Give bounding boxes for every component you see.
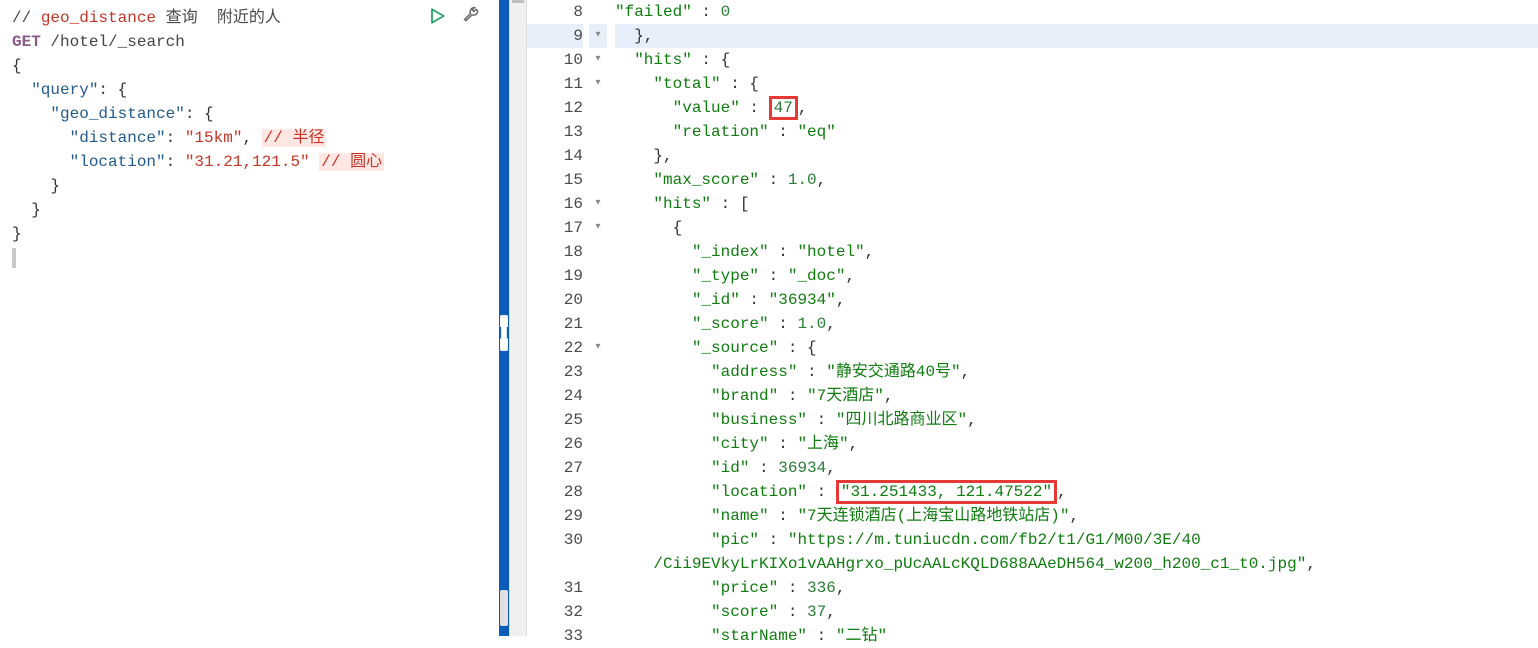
code-line: "query": { (12, 78, 487, 102)
code-line: "location" : "31.251433, 121.47522", (615, 480, 1538, 504)
code-line: }, (615, 24, 1538, 48)
code-line: "_id" : "36934", (615, 288, 1538, 312)
code-line: } (12, 222, 487, 246)
code-line: "_source" : { (615, 336, 1538, 360)
code-line: "distance": "15km", // 半径 (12, 126, 487, 150)
code-line: "brand" : "7天酒店", (615, 384, 1538, 408)
code-line: // geo_distance 查询 附近的人 (12, 6, 487, 30)
line-number-gutter: 8 9 10 11 12 13 14 15 16 17 18 19 20 21 … (527, 0, 589, 636)
code-line: "_index" : "hotel", (615, 240, 1538, 264)
code-line: "pic" : "https://m.tuniucdn.com/fb2/t1/G… (615, 528, 1538, 576)
code-line: "failed" : 0 (615, 0, 1538, 24)
response-pane[interactable]: 8 9 10 11 12 13 14 15 16 17 18 19 20 21 … (527, 0, 1538, 636)
splitter-handle-icon[interactable]: || (500, 315, 508, 351)
response-scrollbar[interactable] (509, 0, 527, 636)
code-line: { (615, 216, 1538, 240)
code-line: "value" : 47, (615, 96, 1538, 120)
code-line: "business" : "四川北路商业区", (615, 408, 1538, 432)
code-line: "relation" : "eq" (615, 120, 1538, 144)
fold-column[interactable]: ▾ ▾ ▾ ▾ ▾ ▾ (589, 0, 607, 636)
cursor-indicator (12, 248, 16, 268)
code-line: "hits" : { (615, 48, 1538, 72)
code-line: "_score" : 1.0, (615, 312, 1538, 336)
code-line: "id" : 36934, (615, 456, 1538, 480)
code-line: } (12, 198, 487, 222)
code-line: GET /hotel/_search (12, 30, 487, 54)
code-line: "name" : "7天连锁酒店(上海宝山路地铁站店)", (615, 504, 1538, 528)
code-line: "hits" : [ (615, 192, 1538, 216)
code-line: "price" : 336, (615, 576, 1538, 600)
code-line: } (12, 174, 487, 198)
pane-splitter[interactable]: || (499, 0, 509, 636)
code-line: "_type" : "_doc", (615, 264, 1538, 288)
code-line: "starName" : "二钻" (615, 624, 1538, 648)
code-line: "score" : 37, (615, 600, 1538, 624)
highlight-location-value: "31.251433, 121.47522" (836, 480, 1057, 504)
code-line: "total" : { (615, 72, 1538, 96)
code-line: "max_score" : 1.0, (615, 168, 1538, 192)
code-line: "geo_distance": { (12, 102, 487, 126)
run-icon[interactable] (427, 6, 447, 34)
wrench-icon[interactable] (461, 6, 481, 34)
code-line: "location": "31.21,121.5" // 圆心 (12, 150, 487, 174)
code-line: "address" : "静安交通路40号", (615, 360, 1538, 384)
highlight-total-value: 47 (769, 96, 798, 120)
request-editor-pane[interactable]: // geo_distance 查询 附近的人 GET /hotel/_sear… (0, 0, 499, 636)
splitter-handle-secondary[interactable] (500, 590, 508, 626)
code-line: "city" : "上海", (615, 432, 1538, 456)
code-line: }, (615, 144, 1538, 168)
response-code[interactable]: "failed" : 0 }, "hits" : { "total" : { "… (607, 0, 1538, 636)
code-line: { (12, 54, 487, 78)
